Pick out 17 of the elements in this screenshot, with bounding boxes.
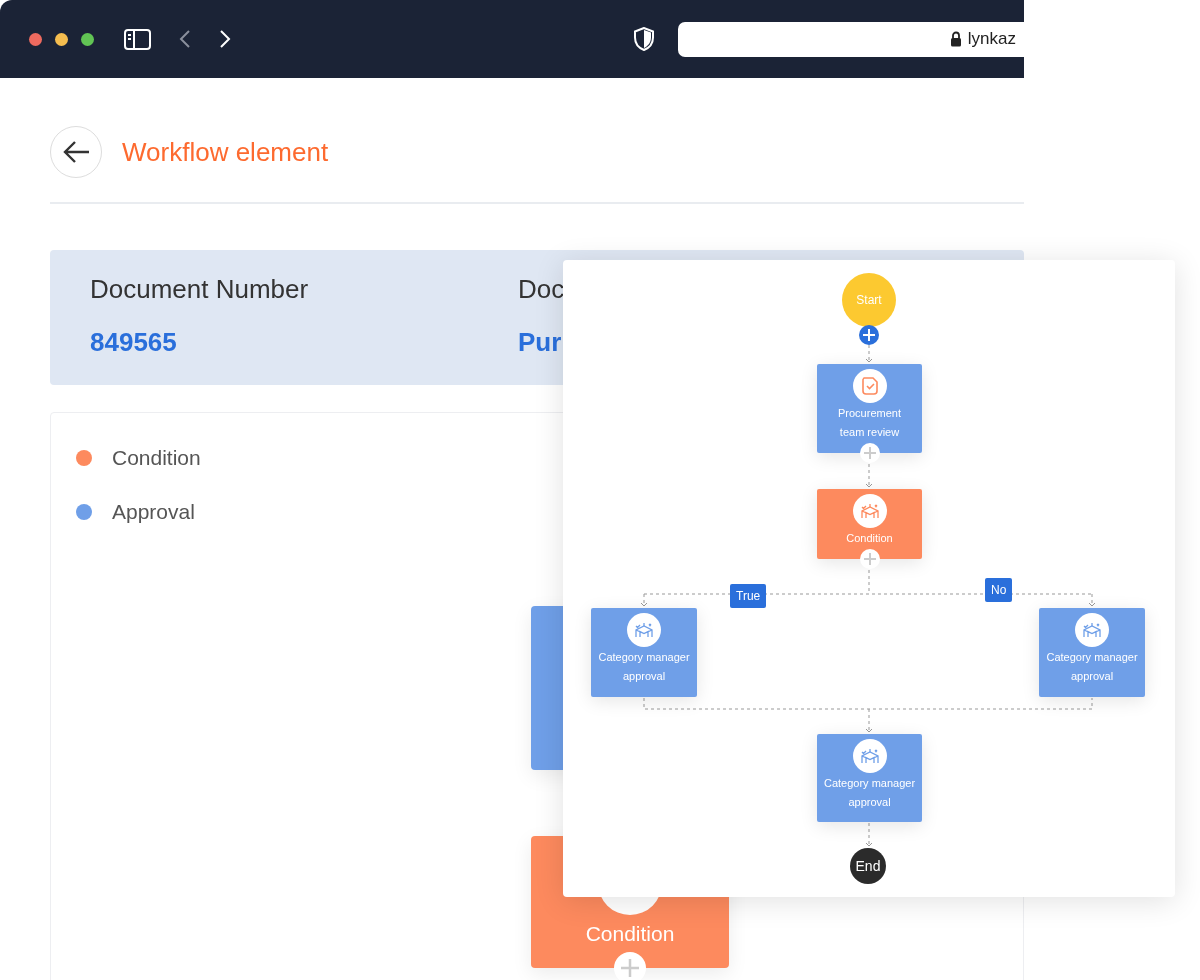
page-title: Workflow element [122, 136, 329, 168]
node-label: Category manager approval [1045, 650, 1139, 684]
legend-label: Condition [112, 446, 201, 470]
branch-label: True [730, 584, 767, 608]
node-label: Category manager approval [597, 650, 691, 684]
field-label: Document Number [90, 274, 309, 305]
field-label: Doc [518, 274, 565, 305]
address-field[interactable]: lynkaz [678, 21, 1024, 57]
field-value: Pur [518, 327, 562, 358]
legend-label: Approval [112, 500, 195, 524]
node-label: Condition [584, 922, 676, 946]
url-text: lynkaz [967, 29, 1016, 49]
node-label: Category manager approval [822, 776, 917, 810]
branch-label: No [985, 578, 1013, 602]
node-label: Procurement team review [837, 406, 902, 440]
node-label: Condition [845, 531, 894, 546]
field-value: 849565 [90, 327, 177, 358]
